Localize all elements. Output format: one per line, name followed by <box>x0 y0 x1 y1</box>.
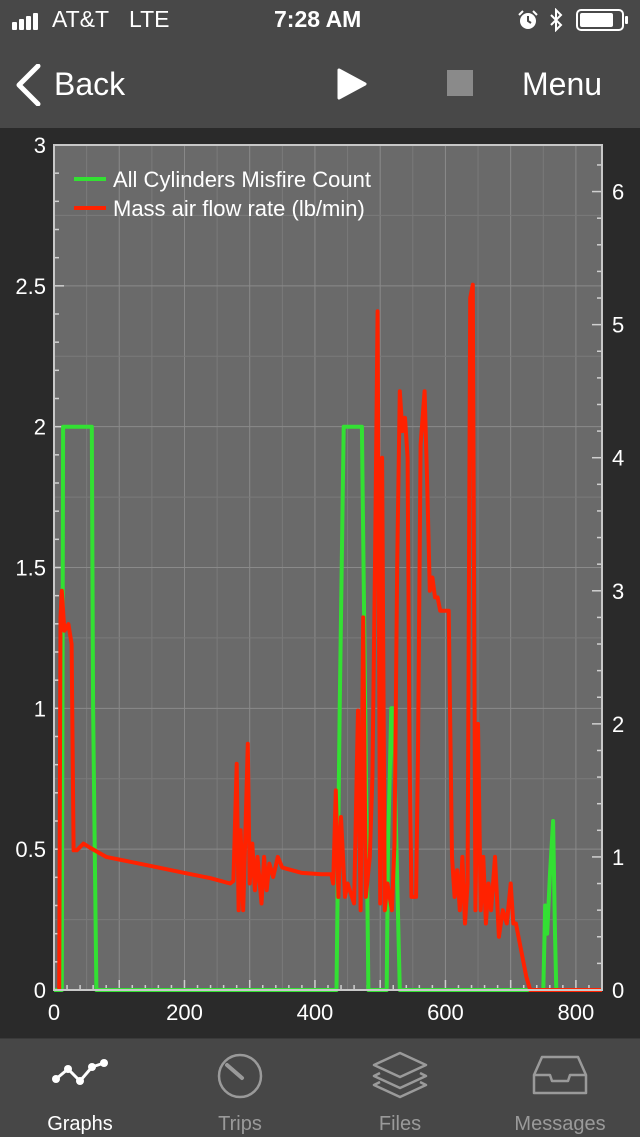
tab-label-messages: Messages <box>514 1113 606 1135</box>
carrier-label: AT&T <box>52 6 110 32</box>
y-tick-label-left: 3 <box>34 133 46 158</box>
tab-label-graphs: Graphs <box>47 1113 113 1135</box>
tab-bar: Graphs Trips Files Messages <box>0 1038 640 1137</box>
back-button[interactable]: Back <box>14 62 144 106</box>
network-label: LTE <box>129 6 170 32</box>
tab-trips[interactable]: Trips <box>160 1039 320 1137</box>
y-tick-label-left: 2 <box>34 415 46 440</box>
battery-icon <box>576 9 628 31</box>
y-tick-label-left: 1 <box>34 696 46 721</box>
graph-line-icon <box>52 1059 108 1085</box>
x-tick-label: 0 <box>48 1000 60 1025</box>
y-tick-label-left: 0 <box>34 978 46 1003</box>
status-bar: AT&T LTE 7:28 AM <box>0 0 640 40</box>
x-tick-label: 600 <box>427 1000 464 1025</box>
layers-icon <box>372 1051 428 1099</box>
signal-strength-icon <box>12 13 38 30</box>
y-tick-label-left: 2.5 <box>15 274 46 299</box>
y-tick-label-right: 4 <box>612 446 624 471</box>
y-tick-label-right: 6 <box>612 180 624 205</box>
tab-label-trips: Trips <box>218 1113 262 1135</box>
tab-files[interactable]: Files <box>320 1039 480 1137</box>
y-tick-label-right: 1 <box>612 845 624 870</box>
y-tick-label-right: 2 <box>612 712 624 737</box>
nav-bar: Back Menu <box>0 40 640 128</box>
chart-container: 0 0.5 1 1.5 2 2.5 3 0 1 2 3 4 5 6 0 200 400 600 800 All Cy… <box>0 128 640 1038</box>
tab-messages[interactable]: Messages <box>480 1039 640 1137</box>
alarm-icon <box>518 10 538 29</box>
bluetooth-icon <box>550 8 563 32</box>
y-tick-label-right: 3 <box>612 579 624 604</box>
x-tick-label: 400 <box>297 1000 334 1025</box>
stop-button[interactable] <box>447 70 473 96</box>
legend-label: Mass air flow rate (lb/min) <box>113 196 365 221</box>
y-tick-label-left: 0.5 <box>15 837 46 862</box>
inbox-icon <box>532 1055 588 1095</box>
y-tick-label-right: 0 <box>612 978 624 1003</box>
x-tick-label: 200 <box>166 1000 203 1025</box>
chart-svg[interactable]: 0 0.5 1 1.5 2 2.5 3 0 1 2 3 4 5 6 0 200 400 600 800 All Cy… <box>0 128 640 1038</box>
menu-button[interactable]: Menu <box>522 66 602 103</box>
y-tick-label-right: 5 <box>612 313 624 338</box>
play-button[interactable] <box>336 67 368 101</box>
tab-label-files: Files <box>378 1113 422 1135</box>
chevron-left-icon <box>16 64 41 106</box>
x-tick-label: 800 <box>558 1000 595 1025</box>
tab-graphs[interactable]: Graphs <box>0 1039 160 1137</box>
status-time: 7:28 AM <box>274 6 362 32</box>
back-label: Back <box>54 66 126 102</box>
legend-label: All Cylinders Misfire Count <box>113 167 371 192</box>
gauge-icon <box>217 1053 263 1099</box>
y-tick-label-left: 1.5 <box>15 556 46 581</box>
